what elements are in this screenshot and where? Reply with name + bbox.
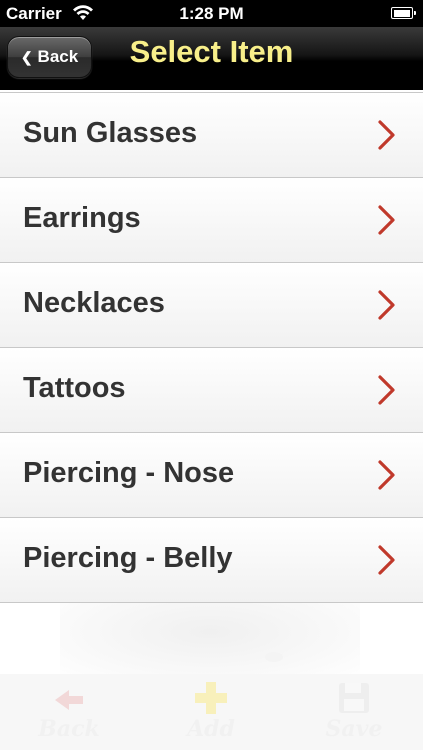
toolbar-back-button[interactable]: Back — [24, 674, 114, 750]
floppy-disk-icon — [339, 683, 369, 713]
background-image — [60, 600, 360, 680]
list-item-label: Necklaces — [23, 287, 165, 319]
chevron-right-icon — [378, 120, 395, 150]
bottom-toolbar: Back Add Save — [0, 674, 423, 750]
item-list: Sun Glasses Earrings Necklaces Tattoos P… — [0, 92, 423, 603]
list-item-label: Tattoos — [23, 372, 126, 404]
list-item[interactable]: Piercing - Belly — [0, 517, 423, 603]
chevron-right-icon — [378, 460, 395, 490]
status-bar: Carrier 1:28 PM — [0, 0, 423, 27]
page-title: Select Item — [129, 34, 294, 69]
navigation-bar: ❮ Back Select Item — [0, 27, 423, 90]
battery-icon — [391, 7, 416, 19]
list-item-label: Sun Glasses — [23, 117, 198, 149]
list-item[interactable]: Sun Glasses — [0, 92, 423, 178]
list-item-label: Piercing - Nose — [23, 457, 235, 489]
chevron-right-icon — [378, 205, 395, 235]
toolbar-save-label: Save — [325, 716, 383, 742]
status-time: 1:28 PM — [179, 4, 244, 23]
chevron-right-icon — [378, 545, 395, 575]
toolbar-add-button[interactable]: Add — [166, 674, 256, 750]
plus-icon — [195, 682, 227, 714]
chevron-right-icon — [378, 290, 395, 320]
toolbar-back-label: Back — [38, 716, 100, 742]
list-item[interactable]: Tattoos — [0, 347, 423, 433]
back-arrow-icon — [55, 690, 83, 710]
toolbar-save-button[interactable]: Save — [309, 674, 399, 750]
chevron-right-icon — [378, 375, 395, 405]
list-item-label: Piercing - Belly — [23, 542, 233, 574]
list-item-label: Earrings — [23, 202, 141, 234]
list-item[interactable]: Earrings — [0, 177, 423, 263]
list-item[interactable]: Necklaces — [0, 262, 423, 348]
list-item[interactable]: Piercing - Nose — [0, 432, 423, 518]
toolbar-add-label: Add — [187, 716, 235, 742]
